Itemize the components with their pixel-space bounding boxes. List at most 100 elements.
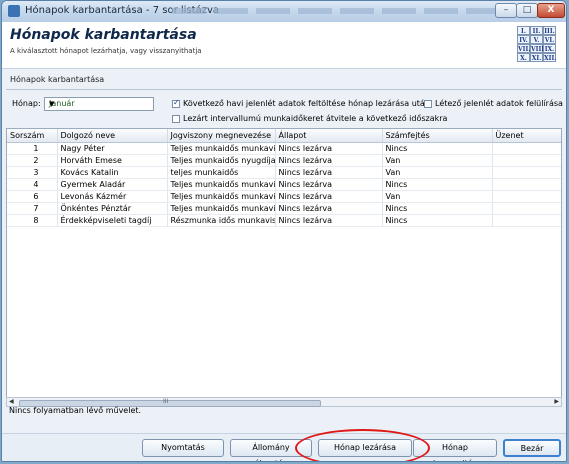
calendar-months-icon: I. II. III. IV. V. VI. VII. VIII. IX. X.… [516, 25, 558, 65]
cell-message [492, 202, 561, 215]
column-header[interactable]: Sorszám [7, 129, 58, 143]
calendar-cell: X. [517, 53, 530, 62]
cell-state: Nincs lezárva [275, 190, 383, 203]
cell-state: Nincs lezárva [275, 214, 383, 227]
cell-message [492, 154, 561, 167]
scroll-grip: III [163, 398, 169, 405]
table-row[interactable]: 8 Érdekképviseleti tagdíj Részmunka idős… [7, 214, 561, 227]
calendar-cell: XI. [530, 53, 543, 62]
table-row[interactable]: 2 Horváth Emese Teljes munkaidős nyugdíj… [7, 154, 561, 167]
column-header[interactable]: Dolgozó neve [57, 129, 168, 143]
scroll-right-icon[interactable]: ▶ [554, 398, 559, 405]
status-text: Nincs folyamatban lévő művelet. [9, 406, 142, 415]
page-header: Hónapok karbantartása A kiválasztott hón… [2, 22, 566, 69]
calendar-cell: IV. [517, 35, 530, 44]
cell-message [492, 142, 561, 155]
cell-employment: Teljes munkaidős nyugdíjas [167, 154, 276, 167]
cell-index: 2 [7, 154, 58, 167]
cell-message [492, 178, 561, 191]
cell-employee: Horváth Emese [57, 154, 168, 167]
cell-state: Nincs lezárva [275, 142, 383, 155]
cell-employee: Érdekképviseleti tagdíj [57, 214, 168, 227]
cell-payroll: Van [382, 166, 493, 179]
section-label: Hónapok karbantartása [10, 75, 105, 84]
override-checkbox[interactable]: Létező jelenlét adatok felülírása [424, 99, 563, 108]
cell-state: Nincs lezárva [275, 166, 383, 179]
cell-payroll: Nincs [382, 202, 493, 215]
carry-over-label: Következő havi jelenlét adatok feltöltés… [183, 99, 430, 108]
section-divider [6, 89, 562, 90]
cell-index: 1 [7, 142, 58, 155]
cell-index: 7 [7, 202, 58, 215]
column-header[interactable]: Üzenet [492, 129, 561, 143]
column-header[interactable]: Jogviszony megnevezése [167, 129, 276, 143]
select-file-button[interactable]: Állomány választása [230, 439, 312, 461]
close-window-button[interactable]: X [537, 3, 565, 18]
cell-employee: Nagy Péter [57, 142, 168, 155]
carry-over-checkbox[interactable]: Következő havi jelenlét adatok feltöltés… [172, 98, 430, 108]
calendar-cell: VIII. [530, 44, 547, 53]
table-header-row: Sorszám Dolgozó neve Jogviszony megnevez… [7, 129, 561, 143]
cell-employee: Gyermek Aladár [57, 178, 168, 191]
print-button[interactable]: Nyomtatás [142, 439, 224, 457]
cell-employment: Teljes munkaidős munkaviszon [167, 142, 276, 155]
cell-index: 4 [7, 178, 58, 191]
month-select[interactable]: Január ▼ [44, 97, 154, 111]
calendar-cell: VI. [543, 35, 556, 44]
cell-message [492, 214, 561, 227]
override-label: Létező jelenlét adatok felülírása [435, 99, 563, 108]
cell-employment: Teljes munkaidős munkaviszon [167, 178, 276, 191]
calendar-cell: IX. [543, 44, 556, 53]
table-row[interactable]: 1 Nagy Péter Teljes munkaidős munkaviszo… [7, 142, 561, 155]
title-bar-blur [172, 8, 502, 14]
page-title: Hónapok karbantartása [10, 27, 197, 43]
cell-message [492, 190, 561, 203]
cell-payroll: Nincs [382, 214, 493, 227]
cell-employment: teljes munkaidős [167, 166, 276, 179]
interval-label: Lezárt intervallumú munkaidőkeret átvite… [183, 114, 448, 123]
app-window: Hónapok karbantartása - 7 sor listázva –… [1, 0, 567, 462]
calendar-cell: II. [530, 26, 543, 35]
calendar-cell: VII. [517, 44, 531, 53]
chevron-down-icon: ▼ [49, 100, 55, 108]
cell-message [492, 166, 561, 179]
close-month-button[interactable]: Hónap lezárása [318, 439, 412, 457]
cell-employee: Levonás Kázmér [57, 190, 168, 203]
table-row[interactable]: 7 Önkéntes Pénztár Teljes munkaidős munk… [7, 202, 561, 215]
cell-employee: Önkéntes Pénztár [57, 202, 168, 215]
cell-employee: Kovács Katalin [57, 166, 168, 179]
cell-index: 8 [7, 214, 58, 227]
month-label: Hónap: [12, 99, 41, 108]
checkbox-checked-icon [172, 98, 180, 108]
table-row[interactable]: 4 Gyermek Aladár Teljes munkaidős munkav… [7, 178, 561, 191]
interval-checkbox[interactable]: Lezárt intervallumú munkaidőkeret átvite… [172, 114, 447, 123]
cell-state: Nincs lezárva [275, 154, 383, 167]
checkbox-icon [172, 114, 180, 123]
table-row[interactable]: 3 Kovács Katalin teljes munkaidős Nincs … [7, 166, 561, 179]
maximize-button[interactable]: □ [516, 3, 538, 18]
calendar-cell: V. [530, 35, 543, 44]
cell-payroll: Van [382, 190, 493, 203]
cell-index: 6 [7, 190, 58, 203]
cell-employment: Teljes munkaidős munkaviszon [167, 190, 276, 203]
minimize-button[interactable]: – [495, 3, 517, 18]
cell-employment: Teljes munkaidős munkaviszon [167, 202, 276, 215]
cell-payroll: Nincs [382, 142, 493, 155]
employee-table: Sorszám Dolgozó neve Jogviszony megnevez… [6, 128, 562, 398]
scroll-left-icon[interactable]: ◀ [9, 398, 14, 405]
calendar-cell: XII. [543, 53, 557, 62]
cell-state: Nincs lezárva [275, 178, 383, 191]
calendar-cell: I. [517, 26, 530, 35]
close-button[interactable]: Bezár [503, 439, 561, 457]
cell-state: Nincs lezárva [275, 202, 383, 215]
calendar-cell: III. [543, 26, 556, 35]
table-row[interactable]: 6 Levonás Kázmér Teljes munkaidős munkav… [7, 190, 561, 203]
title-bar: Hónapok karbantartása - 7 sor listázva –… [2, 1, 566, 23]
column-header[interactable]: Állapot [275, 129, 383, 143]
reopen-month-button[interactable]: Hónap visszanyitása [413, 439, 497, 461]
column-header[interactable]: Számfejtés [382, 129, 493, 143]
checkbox-icon [424, 99, 432, 108]
cell-payroll: Nincs [382, 178, 493, 191]
cell-payroll: Van [382, 154, 493, 167]
page-subtitle: A kiválasztott hónapot lezárhatja, vagy … [10, 47, 202, 55]
